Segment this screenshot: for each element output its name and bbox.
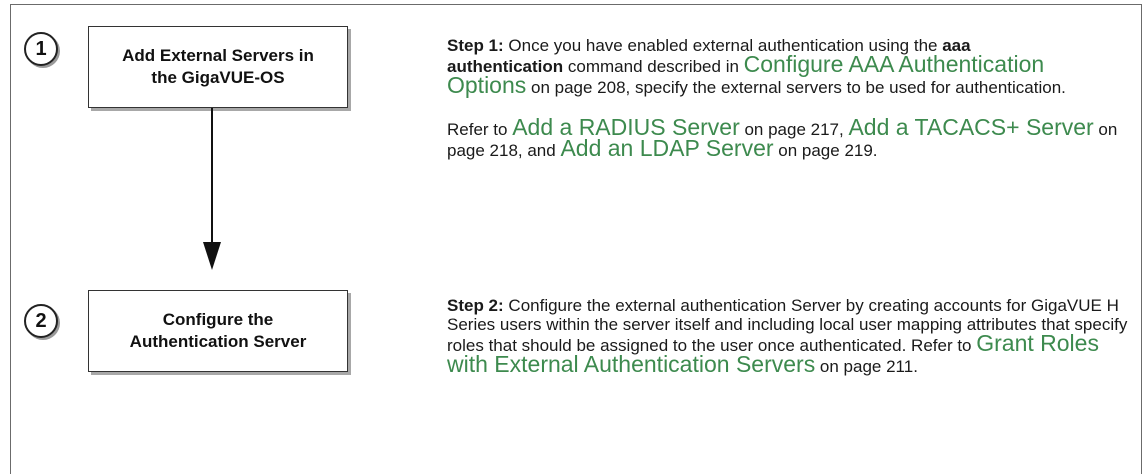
- step-2-number-badge: 2: [24, 304, 58, 338]
- step-1-paragraph: Step 1: Once you have enabled external a…: [447, 36, 1127, 97]
- step-1-text-f: on page 219.: [773, 141, 878, 160]
- step-1-refer-text: Refer to: [447, 120, 513, 139]
- step-1-text-c: on page 208, specify the external server…: [526, 78, 1066, 97]
- step-2-label: Step 2:: [447, 296, 504, 315]
- step-1-description: Step 1: Once you have enabled external a…: [447, 36, 1127, 181]
- step-2-box-label-line1: Configure the: [162, 310, 274, 329]
- step-1-refer-paragraph: Refer to Add a RADIUS Server on page 217…: [447, 116, 1127, 161]
- step-1-label: Step 1:: [447, 36, 504, 55]
- step-2-box: Configure the Authentication Server: [88, 290, 348, 372]
- connector-arrowhead: [203, 242, 221, 270]
- step-2-description: Step 2: Configure the external authentic…: [447, 296, 1137, 397]
- step-1-text-b: command described in: [563, 57, 744, 76]
- link-add-ldap-server[interactable]: Add an LDAP Server: [560, 135, 773, 161]
- step-2-number: 2: [35, 309, 47, 332]
- step-2-paragraph: Step 2: Configure the external authentic…: [447, 296, 1137, 376]
- link-add-tacacs-server[interactable]: Add a TACACS+ Server: [848, 114, 1093, 140]
- step-2-box-label-line2: Authentication Server: [129, 332, 307, 351]
- step-2-text-b: on page 211.: [815, 357, 918, 376]
